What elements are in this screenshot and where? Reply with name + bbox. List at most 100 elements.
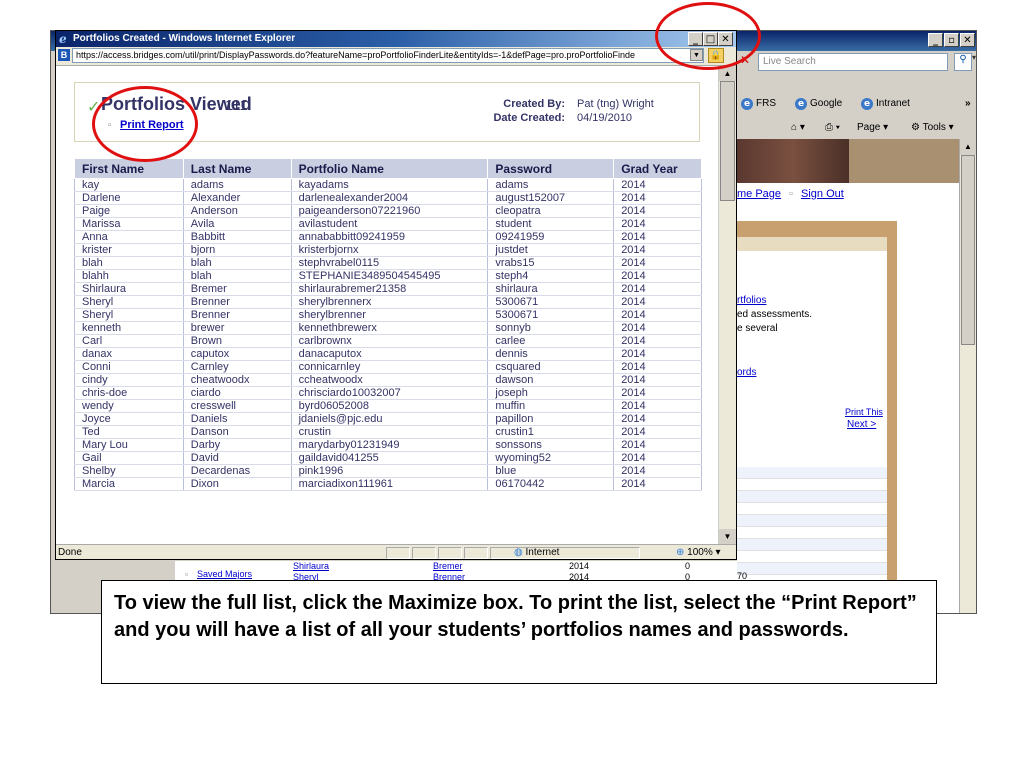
- column-header: Password: [487, 158, 615, 179]
- url-field[interactable]: https://access.bridges.com/util/print/Di…: [72, 48, 704, 63]
- favorite-google[interactable]: e Google: [795, 98, 842, 110]
- home-icon[interactable]: ⌂ ▾: [791, 122, 805, 133]
- print-icon[interactable]: ⎙ ▾: [825, 122, 840, 133]
- grad-year-cell: 2014: [613, 451, 702, 465]
- grad-year-cell: 2014: [613, 178, 702, 192]
- scroll-thumb[interactable]: [720, 81, 735, 201]
- password-cell: muffin: [487, 399, 615, 413]
- first-name-cell: Carl: [74, 334, 184, 348]
- search-dropdown-icon[interactable]: ▾: [972, 53, 976, 71]
- ie-page-icon: e: [795, 98, 807, 110]
- first-name-cell: Joyce: [74, 412, 184, 426]
- first-name-cell: Ted: [74, 425, 184, 439]
- table-row: Marcia Dixon marciadixon111961 06170442 2014: [74, 477, 702, 491]
- status-text: Done: [58, 547, 82, 558]
- portfolio-name-cell: kayadams: [290, 178, 489, 192]
- popup-title: Portfolios Created - Windows Internet Ex…: [73, 33, 296, 44]
- scroll-down-icon[interactable]: ▼: [719, 529, 736, 544]
- bg-row-first[interactable]: Shirlaura: [293, 561, 329, 571]
- bg-minimize-button[interactable]: _: [928, 33, 943, 47]
- last-name-cell: cheatwoodx: [182, 373, 292, 387]
- password-cell: steph4: [487, 269, 615, 283]
- internet-zone[interactable]: ◍ Internet: [514, 547, 559, 558]
- grad-year-cell: 2014: [613, 347, 702, 361]
- password-cell: papillon: [487, 412, 615, 426]
- table-row: kay adams kayadams adams 2014: [74, 178, 702, 192]
- table-row: Marissa Avila avilastudent student 2014: [74, 217, 702, 231]
- last-name-cell: bjorn: [182, 243, 292, 257]
- print-this-link[interactable]: Print This: [845, 407, 883, 417]
- last-name-cell: Brenner: [182, 295, 292, 309]
- favorite-frs[interactable]: e FRS: [741, 98, 776, 110]
- created-by-label: Created By:: [503, 98, 565, 110]
- table-row: cindy cheatwoodx ccheatwoodx dawson 2014: [74, 373, 702, 387]
- password-cell: wyoming52: [487, 451, 615, 465]
- password-cell: sonssons: [487, 438, 615, 452]
- content-panel: rtfolios ed assessments. e several ords …: [737, 205, 959, 613]
- grad-year-cell: 2014: [613, 464, 702, 478]
- table-row: blahh blah STEPHANIE3489504545495 steph4 201…: [74, 269, 702, 283]
- first-name-cell: Conni: [74, 360, 184, 374]
- ie-page-icon: e: [861, 98, 873, 110]
- page-menu[interactable]: Page ▾: [857, 122, 888, 133]
- list-row: [737, 503, 887, 515]
- favorite-label: FRS: [756, 98, 776, 109]
- portfolio-count: 111: [225, 97, 248, 114]
- first-name-cell: Anna: [74, 230, 184, 244]
- last-name-cell: cresswell: [182, 399, 292, 413]
- bg-close-button[interactable]: ✕: [960, 33, 975, 47]
- portfolio-name-cell: jdaniels@pjc.edu: [290, 412, 489, 426]
- table-row: Sheryl Brenner sherylbrennerx 5300671 2014: [74, 295, 702, 309]
- scroll-up-icon[interactable]: ▲: [960, 139, 976, 155]
- status-segment: [464, 547, 488, 559]
- last-name-cell: Babbitt: [182, 230, 292, 244]
- bg-row-num: 0: [685, 561, 691, 571]
- first-name-cell: Shirlaura: [74, 282, 184, 296]
- grad-year-cell: 2014: [613, 308, 702, 322]
- grad-year-cell: 2014: [613, 399, 702, 413]
- sign-out-link[interactable]: Sign Out: [801, 188, 844, 200]
- home-page-link[interactable]: me Page: [737, 188, 781, 200]
- maximize-highlight-ring: [655, 2, 761, 70]
- table-body: kay adams kayadams adams 2014 Darlene Alexande…: [74, 178, 702, 491]
- last-name-cell: Darby: [182, 438, 292, 452]
- grad-year-cell: 2014: [613, 256, 702, 270]
- password-cell: 5300671: [487, 308, 615, 322]
- bg-vertical-scrollbar[interactable]: ▲: [959, 139, 976, 613]
- popup-vertical-scrollbar[interactable]: ▲ ▼: [718, 66, 736, 544]
- favorites-chevron[interactable]: »: [965, 98, 971, 109]
- next-link[interactable]: Next >: [847, 419, 876, 430]
- first-name-cell: blah: [74, 256, 184, 270]
- list-row: [737, 467, 887, 479]
- bg-scroll-thumb[interactable]: [961, 155, 975, 345]
- grad-year-cell: 2014: [613, 243, 702, 257]
- site-favicon-icon: B: [58, 49, 70, 61]
- saved-majors-link[interactable]: Saved Majors: [197, 569, 252, 579]
- table-row: Mary Lou Darby marydarby01231949 sonssons 20…: [74, 438, 702, 452]
- passwords-link[interactable]: ords: [737, 367, 756, 378]
- live-search-input[interactable]: Live Search: [758, 53, 948, 71]
- grad-year-cell: 2014: [613, 412, 702, 426]
- date-created-label: Date Created:: [493, 112, 565, 124]
- favorite-intranet[interactable]: e Intranet: [861, 98, 910, 110]
- portfolio-card-body: rtfolios ed assessments. e several ords …: [737, 237, 887, 613]
- portfolio-name-cell: darlenealexander2004: [290, 191, 489, 205]
- password-cell: student: [487, 217, 615, 231]
- table-row: Shelby Decardenas pink1996 blue 2014: [74, 464, 702, 478]
- zoom-control[interactable]: ⊕ 100% ▾: [676, 547, 721, 558]
- link-bullet: ▫: [789, 188, 793, 200]
- tools-menu[interactable]: ⚙ Tools ▾: [911, 122, 954, 133]
- password-cell: 5300671: [487, 295, 615, 309]
- table-row: Ted Danson crustin crustin1 2014: [74, 425, 702, 439]
- portfolios-link[interactable]: rtfolios: [737, 295, 766, 306]
- last-name-cell: ciardo: [182, 386, 292, 400]
- bg-row-last[interactable]: Bremer: [433, 561, 463, 571]
- bg-restore-button[interactable]: ▫: [944, 33, 959, 47]
- password-cell: vrabs15: [487, 256, 615, 270]
- popup-title-bar[interactable]: e Portfolios Created - Windows Internet …: [56, 31, 736, 47]
- password-cell: carlee: [487, 334, 615, 348]
- search-icon[interactable]: ⚲: [954, 53, 972, 71]
- card-header: [737, 237, 887, 251]
- grad-year-cell: 2014: [613, 282, 702, 296]
- portfolio-name-cell: marciadixon111961: [290, 477, 489, 491]
